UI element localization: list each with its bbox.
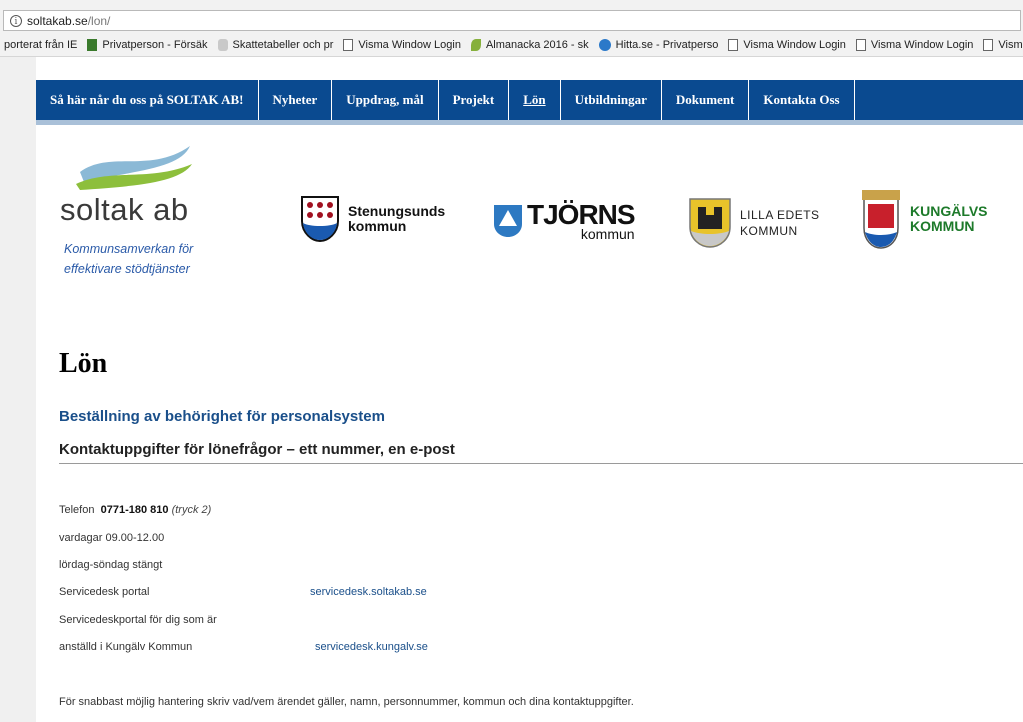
- nav-item-contact-info[interactable]: Så här når du oss på SOLTAK AB!: [36, 80, 259, 120]
- stenungsund-logo[interactable]: Stenungsunds kommun: [300, 195, 445, 243]
- nav-item-contact-us[interactable]: Kontakta Oss: [749, 80, 855, 120]
- green-logo-icon: [87, 39, 98, 51]
- stenungsund-sub: kommun: [348, 218, 407, 234]
- hours-weekdays: vardagar 09.00-12.00: [59, 532, 165, 544]
- permissions-order-link[interactable]: Beställning av behörighet för personalsy…: [59, 408, 385, 425]
- lilla-edet-sub: KOMMUN: [740, 224, 798, 238]
- nav-shadow: [36, 120, 1023, 125]
- browser-toolbar: i soltakab.se/lon/: [0, 0, 1023, 34]
- page-icon: [343, 39, 354, 51]
- phone-note: (tryck 2): [171, 504, 212, 516]
- contact-subheading: Kontaktuppgifter för lönefrågor – ett nu…: [59, 441, 455, 458]
- url-text[interactable]: soltakab.se/lon/: [27, 14, 110, 28]
- address-bar[interactable]: i soltakab.se/lon/: [3, 10, 1021, 31]
- phone-line: Telefon 0771-180 810 (tryck 2): [59, 504, 211, 516]
- nav-item-education[interactable]: Utbildningar: [561, 80, 662, 120]
- nav-item-mission[interactable]: Uppdrag, mål: [332, 80, 439, 120]
- bookmarks-bar: porterat från IE Privatperson - Försäk S…: [0, 34, 1023, 57]
- main-nav: Så här når du oss på SOLTAK AB! Nyheter …: [36, 80, 1023, 120]
- kungalv-label-line1: Servicedeskportal för dig som är: [59, 614, 217, 626]
- hours-weekend: lördag-söndag stängt: [59, 559, 163, 571]
- page-icon: [983, 39, 994, 51]
- bookmark-item[interactable]: Visma Window Login: [852, 39, 980, 51]
- bookmark-item[interactable]: Visma Window Login: [724, 39, 852, 51]
- servicedesk-link[interactable]: servicedesk.soltakab.se: [310, 586, 427, 598]
- stenungsund-shield-icon: [301, 196, 339, 243]
- tjorn-shield-icon: [494, 205, 522, 237]
- nav-item-documents[interactable]: Dokument: [662, 80, 750, 120]
- nav-item-projects[interactable]: Projekt: [439, 80, 510, 120]
- phone-label: Telefon: [59, 504, 95, 516]
- lilla-edet-shield-icon: [689, 198, 731, 248]
- kungalv-sub: KOMMUN: [910, 218, 975, 234]
- tjorn-logo[interactable]: TJÖRNS kommun: [493, 199, 636, 241]
- phone-number: 0771-180 810: [100, 504, 169, 516]
- bookmark-item[interactable]: Hitta.se - Privatperso: [595, 39, 725, 51]
- nav-item-salary[interactable]: Lön: [509, 80, 561, 120]
- page-icon: [855, 39, 866, 51]
- soltak-wave-icon: [76, 146, 192, 190]
- page-icon: [728, 39, 739, 51]
- stenungsund-name: Stenungsunds: [348, 203, 446, 219]
- servicedesk-label: Servicedesk portal: [59, 586, 150, 598]
- lilla-edet-logo[interactable]: LILLA EDETS KOMMUN: [688, 197, 820, 249]
- page-gutter: [0, 57, 36, 722]
- soltak-tagline: Kommunsamverkan för effektivare stödtjän…: [64, 242, 194, 276]
- kungalv-name: KUNGÄLVS: [910, 203, 988, 219]
- divider: [59, 463, 1023, 464]
- bookmark-item[interactable]: Almanacka 2016 - sk: [467, 39, 595, 51]
- bookmark-item[interactable]: Privatperson - Försäk: [83, 39, 213, 51]
- bookmark-item[interactable]: Visma Window Login: [339, 39, 467, 51]
- kungalv-shield-icon: [862, 190, 900, 249]
- leaf-icon: [470, 39, 481, 51]
- bookmark-item[interactable]: Visma Window Login: [979, 39, 1023, 51]
- tax-icon: [217, 39, 228, 51]
- nav-item-news[interactable]: Nyheter: [259, 80, 333, 120]
- bookmark-item[interactable]: Skattetabeller och pr: [214, 39, 340, 51]
- bookmark-item[interactable]: porterat från IE: [0, 39, 83, 51]
- soltak-logo[interactable]: soltak ab Kommunsamverkan för effektivar…: [60, 140, 260, 280]
- kungalv-servicedesk-link[interactable]: servicedesk.kungalv.se: [315, 641, 428, 653]
- footer-note: För snabbast möjlig hantering skriv vad/…: [59, 696, 634, 708]
- kungalv-label-line2: anställd i Kungälv Kommun: [59, 641, 193, 653]
- info-icon[interactable]: i: [10, 14, 22, 27]
- lilla-edet-name: LILLA EDETS: [740, 208, 820, 222]
- page-title: Lön: [59, 348, 108, 379]
- kungalv-logo[interactable]: KUNGÄLVS KOMMUN: [860, 188, 988, 250]
- soltak-name: soltak ab: [60, 192, 189, 227]
- globe-icon: [598, 39, 611, 51]
- tjorn-name: TJÖRNS: [527, 199, 636, 230]
